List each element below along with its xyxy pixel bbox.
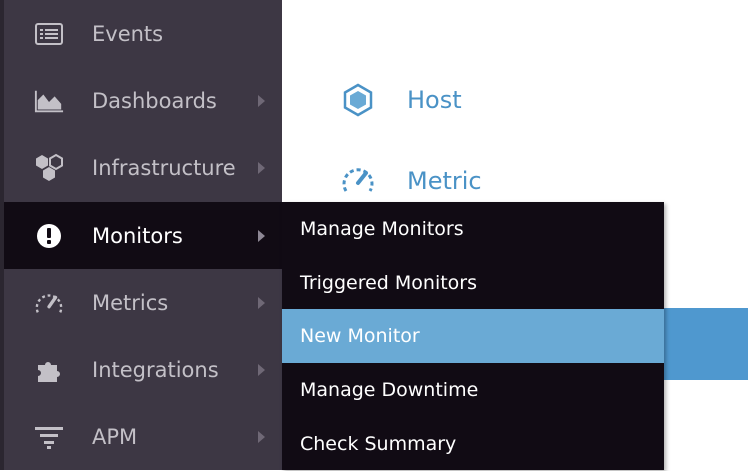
submenu-item-label: Manage Downtime: [300, 379, 479, 401]
submenu-item-label: New Monitor: [300, 325, 420, 347]
monitors-submenu: Manage Monitors Triggered Monitors New M…: [282, 202, 664, 470]
gauge-icon: [34, 288, 64, 318]
sidebar-item-label: Dashboards: [92, 88, 217, 113]
area-chart-icon: [34, 86, 64, 116]
sidebar-item-label: Monitors: [92, 223, 183, 248]
submenu-item-triggered-monitors[interactable]: Triggered Monitors: [282, 256, 664, 310]
sidebar-item-label: Events: [92, 21, 164, 46]
chevron-right-icon: [258, 161, 265, 174]
metric-label: Metric: [407, 167, 482, 195]
sidebar-item-monitors[interactable]: Monitors: [4, 202, 286, 269]
chevron-right-icon: [258, 296, 265, 309]
sidebar-item-events[interactable]: Events: [4, 0, 282, 67]
sidebar-item-dashboards[interactable]: Dashboards: [4, 67, 282, 134]
metric-option[interactable]: Metric: [340, 163, 482, 199]
sidebar-item-label: APM: [92, 424, 138, 449]
hexagons-icon: [34, 153, 64, 183]
submenu-item-label: Triggered Monitors: [300, 272, 478, 294]
host-label: Host: [407, 86, 462, 114]
submenu-item-check-summary[interactable]: Check Summary: [282, 417, 664, 471]
primary-button-edge[interactable]: [664, 308, 748, 380]
submenu-item-label: Check Summary: [300, 433, 457, 455]
sidebar-item-label: Metrics: [92, 290, 169, 315]
sidebar-item-metrics[interactable]: Metrics: [4, 269, 282, 336]
puzzle-icon: [34, 355, 64, 385]
sidebar-nav: Events Dashboards Infrastructure Monitor…: [0, 0, 286, 470]
gauge-icon: [340, 163, 376, 199]
sidebar-item-label: Infrastructure: [92, 155, 236, 180]
submenu-item-new-monitor[interactable]: New Monitor: [282, 309, 664, 363]
filter-icon: [34, 422, 64, 452]
chevron-right-icon: [258, 363, 265, 376]
chevron-right-icon: [258, 229, 265, 242]
chevron-right-icon: [258, 94, 265, 107]
sidebar-item-label: Integrations: [92, 357, 219, 382]
submenu-item-manage-downtime[interactable]: Manage Downtime: [282, 363, 664, 417]
hexagon-icon: [340, 82, 376, 118]
alert-circle-icon: [34, 221, 64, 251]
sidebar-item-integrations[interactable]: Integrations: [4, 336, 282, 403]
chevron-right-icon: [258, 430, 265, 443]
sidebar-item-infrastructure[interactable]: Infrastructure: [4, 134, 282, 201]
host-option[interactable]: Host: [340, 82, 462, 118]
submenu-item-manage-monitors[interactable]: Manage Monitors: [282, 202, 664, 256]
list-icon: [34, 19, 64, 49]
sidebar-item-apm[interactable]: APM: [4, 403, 282, 470]
submenu-item-label: Manage Monitors: [300, 218, 464, 240]
